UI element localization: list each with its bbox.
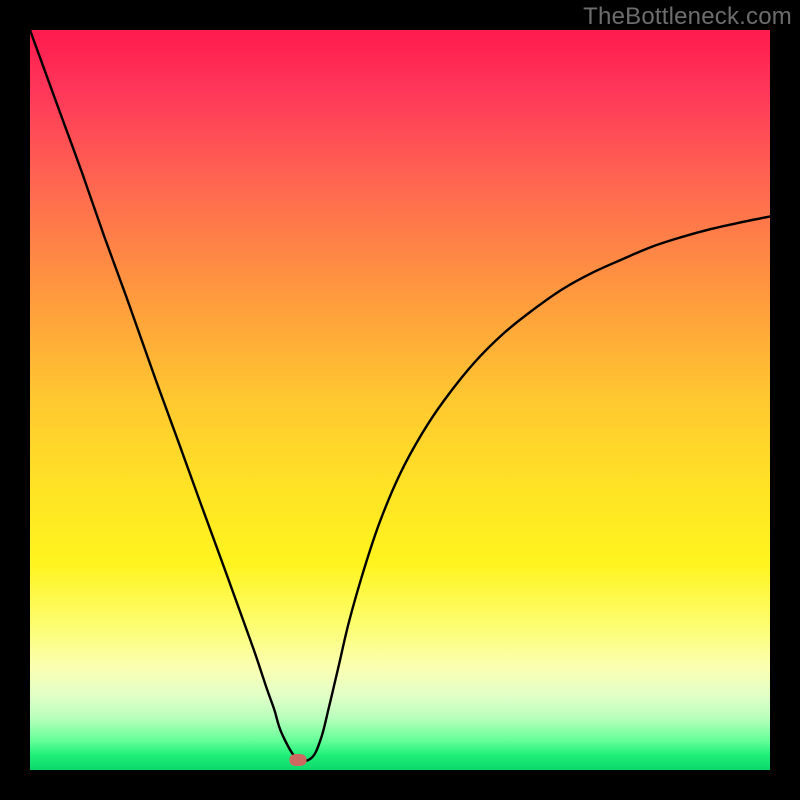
optimal-point-marker — [289, 754, 306, 766]
watermark-text: TheBottleneck.com — [583, 3, 792, 31]
chart-frame: TheBottleneck.com — [0, 0, 800, 800]
bottleneck-curve — [30, 30, 770, 770]
